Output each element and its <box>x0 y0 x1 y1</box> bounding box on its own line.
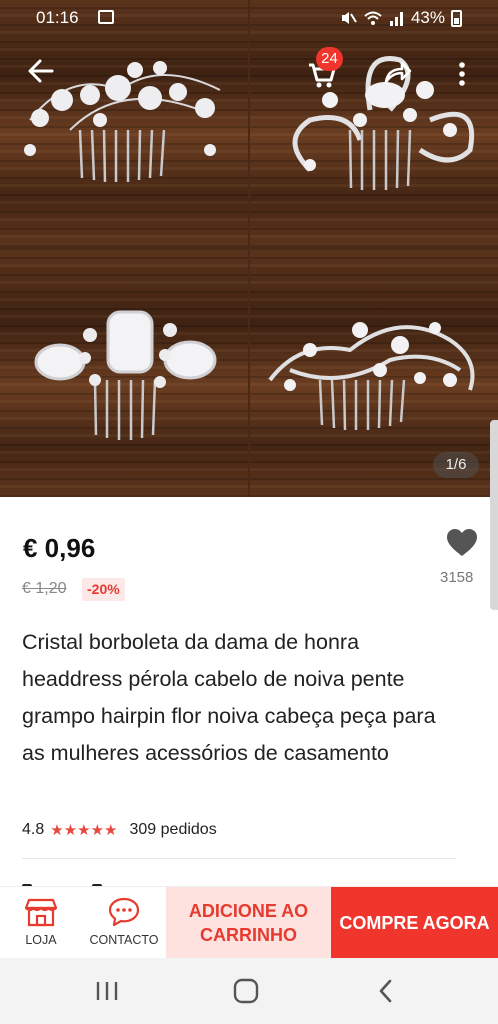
product-image-2[interactable] <box>250 0 498 247</box>
store-label: LOJA <box>25 933 57 947</box>
side-panel-handle[interactable] <box>490 420 498 610</box>
heart-icon <box>447 529 477 556</box>
signal-icon <box>389 12 403 26</box>
add-to-cart-button[interactable]: ADICIONE AO CARRINHO <box>166 887 331 959</box>
wishlist-count: 3158 <box>440 569 474 586</box>
back-button[interactable] <box>26 56 56 86</box>
share-button[interactable] <box>382 58 412 88</box>
system-navigation-bar <box>0 958 498 1024</box>
store-button[interactable]: LOJA <box>12 887 70 959</box>
rating-value: 4.8 <box>22 821 45 838</box>
home-button[interactable] <box>232 978 260 1004</box>
hair-comb-butterfly-image <box>292 56 475 190</box>
hair-comb-crystal-image <box>34 310 217 440</box>
section-divider <box>22 858 456 859</box>
orders-count: 309 pedidos <box>129 821 217 838</box>
more-options-button[interactable] <box>455 60 469 88</box>
system-back-button[interactable] <box>376 978 396 1004</box>
rating-stars: ★★★★★ <box>50 822 118 839</box>
recent-apps-button[interactable] <box>95 978 119 1004</box>
chevron-left-icon <box>379 979 392 1003</box>
battery-icon <box>451 9 462 27</box>
store-icon <box>25 898 57 927</box>
product-title: Cristal borboleta da dama de honra headd… <box>22 630 436 765</box>
wifi-icon <box>364 11 382 25</box>
mute-icon <box>341 12 357 24</box>
status-right: 43% <box>339 8 462 28</box>
gallery-page-indicator: 1/6 <box>433 452 479 478</box>
recent-apps-icon <box>96 982 118 1000</box>
cart-count-badge: 24 <box>316 47 343 71</box>
gallery-notification-icon <box>98 10 114 24</box>
product-price: € 0,96 <box>23 533 96 563</box>
hair-comb-floral-image <box>24 61 221 183</box>
discount-badge: -20% <box>82 578 125 601</box>
status-time: 01:16 <box>36 8 79 27</box>
bottom-action-bar: LOJA CONTACTO ADICIONE AO CARRINHO COMPR… <box>0 886 498 959</box>
buy-now-button[interactable]: COMPRE AGORA <box>331 887 498 959</box>
home-icon <box>233 978 259 1004</box>
rating-row[interactable]: 4.8 ★★★★★ 309 pedidos <box>22 821 217 839</box>
contact-button[interactable]: CONTACTO <box>84 887 164 959</box>
status-bar: 01:16 43% <box>0 0 498 36</box>
contact-label: CONTACTO <box>89 933 159 947</box>
back-arrow-icon <box>28 59 54 83</box>
chat-icon <box>108 897 140 927</box>
share-icon <box>384 61 412 84</box>
product-image-3[interactable] <box>0 250 248 497</box>
product-image-gallery[interactable] <box>0 0 498 497</box>
more-vertical-icon <box>459 62 465 86</box>
product-image-1[interactable] <box>0 0 248 247</box>
wishlist-button[interactable] <box>446 528 478 558</box>
original-price: € 1,20 <box>22 580 67 597</box>
battery-percent: 43% <box>410 8 445 27</box>
